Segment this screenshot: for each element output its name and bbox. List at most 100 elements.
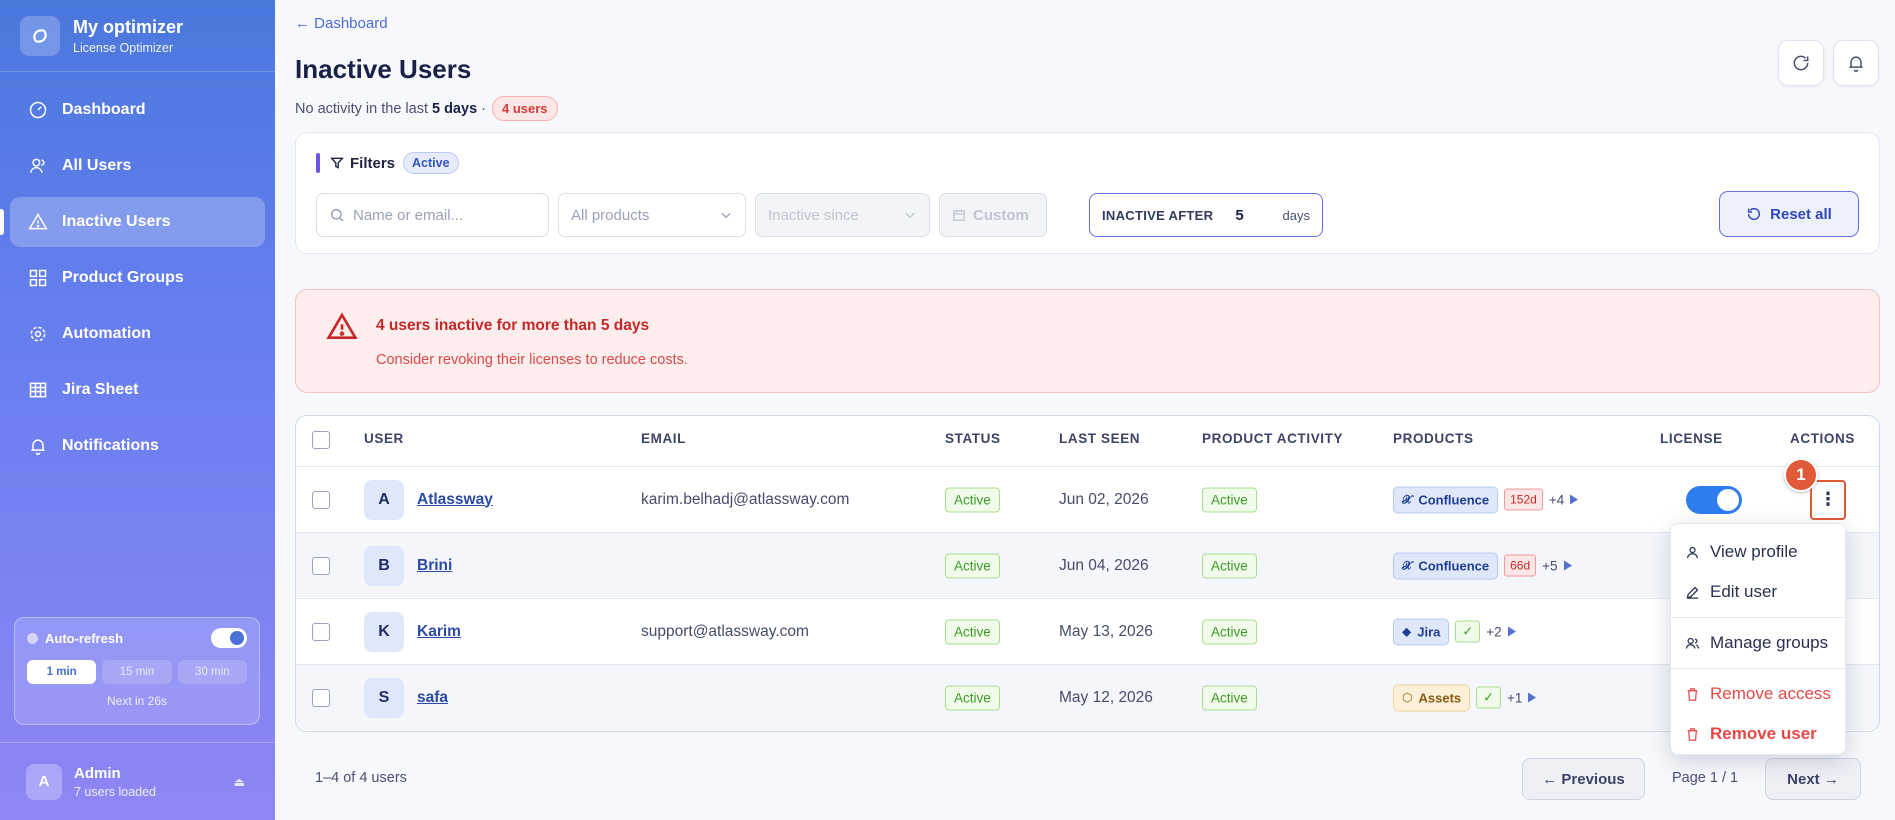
sidebar-item-automation[interactable]: Automation: [10, 309, 265, 359]
current-user: A Admin 7 users loaded ⏏: [0, 742, 275, 820]
menu-item-label: Remove user: [1710, 724, 1817, 743]
col-status[interactable]: STATUS: [945, 431, 1001, 446]
row-checkbox[interactable]: [312, 490, 330, 509]
refresh-button[interactable]: [1778, 40, 1824, 86]
sidebar-item-notifications[interactable]: Notifications: [10, 421, 265, 471]
warning-icon: [326, 312, 358, 339]
menu-item-label: View profile: [1710, 542, 1798, 561]
alert-description: Consider revoking their licenses to redu…: [376, 352, 688, 368]
sidebar-item-inactive-users[interactable]: Inactive Users: [0, 197, 265, 247]
sidebar-item-product-groups[interactable]: Product Groups: [10, 253, 265, 303]
back-link[interactable]: ← Dashboard: [295, 15, 388, 32]
user-name-link[interactable]: Karim: [417, 623, 461, 641]
expand-products-icon[interactable]: [1507, 626, 1516, 637]
last-seen: Jun 04, 2026: [1059, 556, 1149, 574]
grid-icon: [29, 269, 47, 287]
table-row[interactable]: A Atlassway karim.belhadj@atlassway.com …: [296, 466, 1879, 532]
products-select-value: All products: [571, 206, 650, 224]
product-badge: ⬡ Assets: [1393, 684, 1471, 711]
row-checkbox[interactable]: [312, 556, 330, 575]
jira-icon: ◆: [1402, 624, 1412, 639]
more-products: +4: [1548, 492, 1565, 507]
col-license[interactable]: LICENSE: [1660, 431, 1723, 446]
products-select[interactable]: All products: [558, 193, 746, 237]
active-check-badge: ✓: [1476, 686, 1502, 709]
user-name: Admin: [74, 764, 121, 782]
user-name-link[interactable]: Atlassway: [417, 491, 493, 509]
next-refresh-text: Next in 26s: [106, 694, 168, 708]
product-activity-badge: Active: [1202, 685, 1257, 710]
inactive-since-select[interactable]: Inactive since: [755, 193, 930, 237]
page-title: Inactive Users: [295, 54, 472, 84]
avatar: B: [364, 545, 404, 586]
select-all-checkbox[interactable]: [312, 431, 330, 449]
sidebar: My optimizer License Optimizer Dashboard…: [0, 0, 275, 820]
reset-all-button[interactable]: Reset all: [1719, 191, 1859, 237]
user-name-link[interactable]: safa: [417, 689, 448, 707]
main-content: ← Dashboard Inactive Users No activity i…: [275, 0, 1895, 820]
brand: My optimizer License Optimizer: [0, 0, 275, 72]
expand-products-icon[interactable]: [1528, 692, 1537, 703]
expand-products-icon[interactable]: [1563, 560, 1572, 571]
col-actions[interactable]: ACTIONS: [1790, 431, 1855, 446]
row-actions-button[interactable]: ⋮: [1810, 479, 1846, 520]
col-user[interactable]: USER: [364, 431, 404, 446]
users-icon: [1685, 637, 1700, 649]
notifications-button[interactable]: [1833, 40, 1879, 86]
confluence-icon: 𝒳: [1402, 492, 1413, 506]
col-products[interactable]: PRODUCTS: [1393, 431, 1474, 446]
search-icon: [330, 208, 344, 222]
menu-item-view-profile[interactable]: View profile: [1671, 532, 1845, 572]
table-row[interactable]: K Karim support@atlassway.com Active May…: [296, 598, 1879, 664]
row-checkbox[interactable]: [312, 622, 330, 641]
avatar: A: [364, 479, 404, 520]
table-row[interactable]: S safa Active May 12, 2026 Active ⬡ Asset…: [296, 664, 1879, 730]
menu-item-manage-groups[interactable]: Manage groups: [1671, 623, 1845, 663]
users-table: USER EMAIL STATUS LAST SEEN PRODUCT ACTI…: [295, 415, 1880, 732]
col-product-activity[interactable]: PRODUCT ACTIVITY: [1202, 431, 1343, 446]
user-name-link[interactable]: Brini: [417, 557, 452, 575]
col-last-seen[interactable]: LAST SEEN: [1059, 431, 1140, 446]
subtitle-prefix: No activity in the last: [295, 100, 428, 117]
refresh-option-30min[interactable]: 30 min: [177, 660, 247, 684]
bell-icon: [1849, 56, 1863, 73]
pencil-icon: [1686, 586, 1699, 599]
refresh-option-15min[interactable]: 15 min: [102, 660, 172, 684]
sidebar-item-all-users[interactable]: All Users: [10, 141, 265, 191]
search-input[interactable]: Name or email...: [316, 193, 549, 237]
product-badge: 𝒳 Confluence: [1393, 486, 1499, 513]
refresh-option-1min[interactable]: 1 min: [27, 660, 97, 684]
sidebar-item-label: Jira Sheet: [62, 381, 139, 398]
auto-refresh-toggle[interactable]: [211, 628, 247, 648]
trash-icon: [1687, 727, 1698, 741]
menu-item-remove-access[interactable]: Remove access: [1671, 674, 1845, 714]
menu-item-edit-user[interactable]: Edit user: [1671, 572, 1845, 612]
calendar-icon: [953, 209, 965, 221]
inactive-days-badge: 152d: [1504, 488, 1543, 511]
sidebar-item-dashboard[interactable]: Dashboard: [10, 85, 265, 135]
logout-icon[interactable]: ⏏: [234, 775, 245, 789]
inactive-after-field[interactable]: INACTIVE AFTER 5 days: [1089, 193, 1323, 237]
row-checkbox[interactable]: [312, 688, 330, 707]
chevron-down-icon: [721, 212, 731, 219]
inactive-after-input[interactable]: 5: [1235, 207, 1275, 224]
confluence-icon: 𝒳: [1402, 558, 1413, 572]
previous-page-button[interactable]: ← Previous: [1522, 758, 1645, 800]
auto-refresh-label: Auto-refresh: [45, 630, 124, 646]
results-count: 1–4 of 4 users: [315, 770, 407, 786]
col-email[interactable]: EMAIL: [641, 431, 686, 446]
table-row[interactable]: B Brini Active Jun 04, 2026 Active 𝒳 Conf…: [296, 532, 1879, 598]
expand-products-icon[interactable]: [1570, 494, 1579, 505]
next-page-button[interactable]: Next →: [1765, 758, 1861, 800]
menu-divider: [1671, 668, 1845, 669]
assets-icon: ⬡: [1402, 690, 1413, 705]
custom-date-button[interactable]: Custom: [939, 193, 1047, 237]
user-count-badge: 4 users: [491, 96, 558, 121]
sidebar-item-jira-sheet[interactable]: Jira Sheet: [10, 365, 265, 415]
license-toggle[interactable]: [1686, 485, 1742, 514]
product-badge: ◆ Jira: [1393, 618, 1450, 645]
chevron-down-icon: [905, 212, 915, 219]
gear-icon: [30, 326, 46, 342]
menu-item-remove-user[interactable]: Remove user: [1671, 714, 1845, 754]
filters-accent-bar: [316, 153, 320, 173]
